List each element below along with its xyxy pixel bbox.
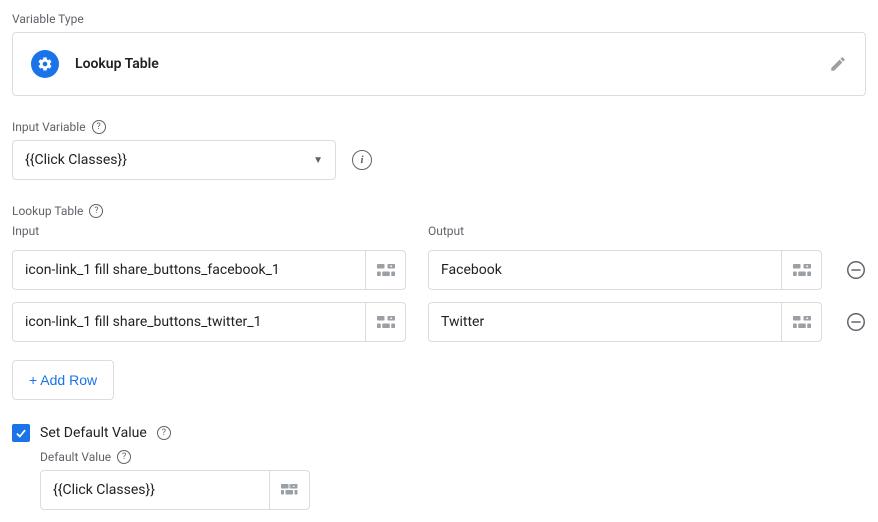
default-value-label: Default Value [40,450,111,464]
variable-picker-icon[interactable] [269,471,309,509]
chevron-down-icon: ▼ [313,155,323,166]
variable-type-name: Lookup Table [75,56,159,72]
gear-icon [31,50,59,78]
set-default-label: Set Default Value [40,425,147,441]
variable-picker-icon[interactable] [365,303,405,341]
edit-icon[interactable] [829,55,847,73]
help-icon[interactable]: ? [89,204,103,218]
variable-type-label: Variable Type [12,12,866,26]
input-variable-label: Input Variable [12,120,86,134]
help-icon[interactable]: ? [92,120,106,134]
lookup-output[interactable] [429,251,781,289]
help-icon[interactable]: ? [157,426,171,440]
default-value-input[interactable] [41,471,269,509]
info-icon[interactable]: i [352,150,372,170]
default-value-field [40,470,310,510]
lookup-input[interactable] [13,303,365,341]
lookup-input[interactable] [13,251,365,289]
lookup-output[interactable] [429,303,781,341]
lookup-output-field [428,250,822,290]
set-default-checkbox[interactable] [12,424,30,442]
lookup-input-field [12,250,406,290]
remove-row-icon[interactable] [844,310,868,334]
input-variable-value: {{Click Classes}} [25,152,127,168]
add-row-button[interactable]: + Add Row [12,360,114,400]
output-column-header: Output [428,224,822,238]
variable-picker-icon[interactable] [781,303,821,341]
lookup-table-label: Lookup Table [12,204,83,218]
remove-row-icon[interactable] [844,258,868,282]
lookup-input-field [12,302,406,342]
input-variable-select[interactable]: {{Click Classes}} ▼ [12,140,336,180]
variable-type-card[interactable]: Lookup Table [12,32,866,96]
help-icon[interactable]: ? [117,450,131,464]
input-column-header: Input [12,224,406,238]
lookup-output-field [428,302,822,342]
variable-picker-icon[interactable] [365,251,405,289]
variable-picker-icon[interactable] [781,251,821,289]
